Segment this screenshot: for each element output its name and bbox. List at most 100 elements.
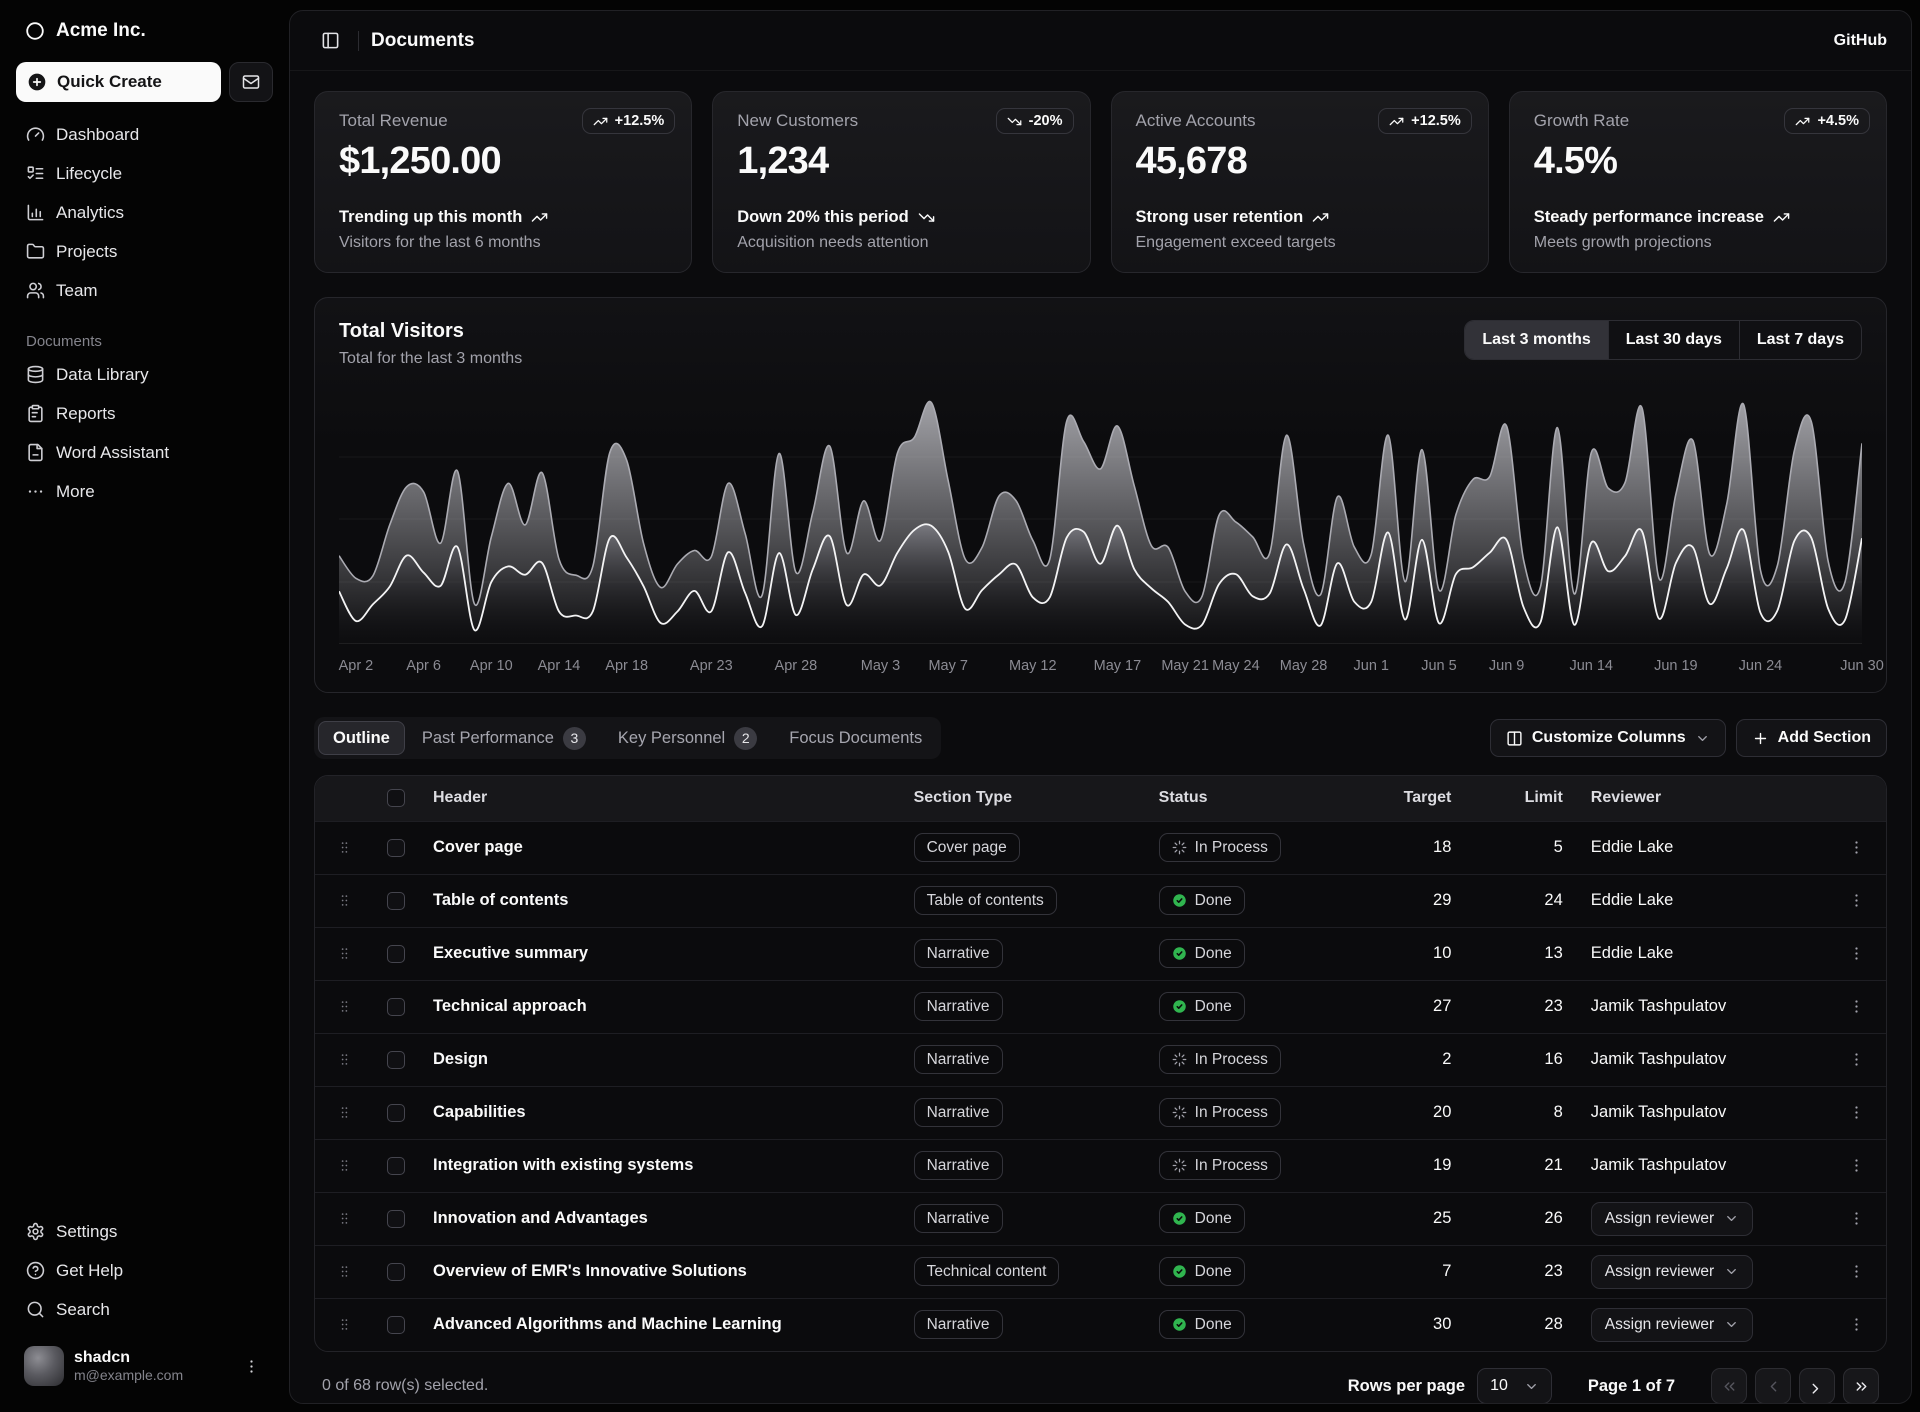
add-section-button[interactable]: Add Section <box>1736 719 1887 757</box>
inbox-button[interactable] <box>229 62 273 102</box>
row-header-text: Executive summary <box>433 944 588 962</box>
row-drag-handle[interactable] <box>329 1098 359 1128</box>
kebab-icon <box>1848 998 1865 1015</box>
checkbox-cell <box>373 1139 419 1192</box>
row-checkbox[interactable] <box>387 1157 405 1175</box>
search-icon <box>26 1300 45 1319</box>
row-checkbox[interactable] <box>387 998 405 1016</box>
org-switcher[interactable]: Acme Inc. <box>16 10 273 52</box>
row-checkbox[interactable] <box>387 839 405 857</box>
sidebar-item-lifecycle[interactable]: Lifecycle <box>16 155 273 192</box>
sidebar-item-analytics[interactable]: Analytics <box>16 194 273 231</box>
user-menu[interactable]: shadcn m@example.com <box>16 1338 273 1394</box>
user-menu-button[interactable] <box>237 1352 265 1380</box>
status-cell: In Process <box>1145 1139 1356 1192</box>
assign-reviewer-button[interactable]: Assign reviewer <box>1591 1308 1753 1342</box>
range-last-30-days[interactable]: Last 30 days <box>1608 321 1739 359</box>
sidebar-item-settings[interactable]: Settings <box>16 1213 273 1250</box>
row-actions-button[interactable] <box>1842 939 1872 969</box>
x-tick-label: Jun 19 <box>1654 658 1698 674</box>
sidebar-item-projects[interactable]: Projects <box>16 233 273 270</box>
kebab-icon <box>1848 892 1865 909</box>
drag-cell <box>315 1086 373 1139</box>
prev-page-button[interactable] <box>1755 1368 1791 1404</box>
sidebar-item-word-assistant[interactable]: Word Assistant <box>16 434 273 471</box>
rows-per-page-value: 10 <box>1490 1377 1508 1395</box>
row-checkbox[interactable] <box>387 1051 405 1069</box>
row-actions-button[interactable] <box>1842 1151 1872 1181</box>
status-cell: In Process <box>1145 821 1356 874</box>
next-page-button[interactable] <box>1799 1368 1835 1404</box>
tab-focus-documents[interactable]: Focus Documents <box>774 721 937 755</box>
status-text: Done <box>1195 945 1232 963</box>
rows-per-page-select[interactable]: 10 <box>1477 1368 1552 1404</box>
row-drag-handle[interactable] <box>329 939 359 969</box>
tab-key-personnel[interactable]: Key Personnel2 <box>603 721 772 755</box>
stat-card-footnote: Steady performance increase <box>1534 208 1862 227</box>
row-drag-handle[interactable] <box>329 886 359 916</box>
row-actions-button[interactable] <box>1842 1204 1872 1234</box>
page-title: Documents <box>371 30 474 52</box>
row-actions-button[interactable] <box>1842 833 1872 863</box>
assign-reviewer-button[interactable]: Assign reviewer <box>1591 1255 1753 1289</box>
row-actions-button[interactable] <box>1842 1098 1872 1128</box>
footer-right: Rows per page 10 Page 1 of 7 <box>1348 1368 1879 1404</box>
row-drag-handle[interactable] <box>329 1204 359 1234</box>
status-badge: Done <box>1159 939 1245 968</box>
range-last-7-days[interactable]: Last 7 days <box>1739 321 1861 359</box>
stat-card-value: $1,250.00 <box>339 140 667 183</box>
row-actions-button[interactable] <box>1842 1257 1872 1287</box>
row-checkbox[interactable] <box>387 1210 405 1228</box>
row-actions-button[interactable] <box>1842 992 1872 1022</box>
row-checkbox[interactable] <box>387 892 405 910</box>
range-last-3-months[interactable]: Last 3 months <box>1465 321 1607 359</box>
row-checkbox[interactable] <box>387 1263 405 1281</box>
row-checkbox[interactable] <box>387 1316 405 1334</box>
quick-create-button[interactable]: Quick Create <box>16 62 221 102</box>
sidebar-item-data-library[interactable]: Data Library <box>16 356 273 393</box>
last-page-button[interactable] <box>1843 1368 1879 1404</box>
trend-badge-value: +12.5% <box>1411 113 1461 129</box>
row-checkbox[interactable] <box>387 1104 405 1122</box>
status-badge: Done <box>1159 1310 1245 1339</box>
tab-outline[interactable]: Outline <box>318 721 405 755</box>
sidebar-item-search[interactable]: Search <box>16 1291 273 1328</box>
first-page-button[interactable] <box>1711 1368 1747 1404</box>
row-checkbox[interactable] <box>387 945 405 963</box>
row-actions-button[interactable] <box>1842 1045 1872 1075</box>
sidebar-toggle-button[interactable] <box>314 25 346 57</box>
row-drag-handle[interactable] <box>329 992 359 1022</box>
row-drag-handle[interactable] <box>329 1257 359 1287</box>
tab-past-performance[interactable]: Past Performance3 <box>407 721 601 755</box>
trend-badge: +12.5% <box>1378 108 1472 134</box>
select-all-checkbox[interactable] <box>387 789 405 807</box>
chart-icon <box>26 203 45 222</box>
customize-columns-button[interactable]: Customize Columns <box>1490 719 1726 757</box>
row-header-text: Technical approach <box>433 997 587 1015</box>
sidebar-item-reports[interactable]: Reports <box>16 395 273 432</box>
row-drag-handle[interactable] <box>329 833 359 863</box>
status-text: Done <box>1195 1263 1232 1281</box>
trend-down-icon <box>1007 114 1022 129</box>
row-actions-button[interactable] <box>1842 1310 1872 1340</box>
row-drag-handle[interactable] <box>329 1045 359 1075</box>
user-name: shadcn <box>74 1350 183 1366</box>
assign-reviewer-button[interactable]: Assign reviewer <box>1591 1202 1753 1236</box>
section-type-cell: Narrative <box>900 980 1145 1033</box>
sidebar-item-more[interactable]: More <box>16 473 273 510</box>
sidebar-item-dashboard[interactable]: Dashboard <box>16 116 273 153</box>
header-cell: Innovation and Advantages <box>419 1192 900 1245</box>
limit-cell: 8 <box>1465 1086 1576 1139</box>
github-link[interactable]: GitHub <box>1834 32 1887 49</box>
chevrons-right-icon <box>1853 1378 1870 1395</box>
row-drag-handle[interactable] <box>329 1151 359 1181</box>
tab-count-badge: 3 <box>563 727 586 750</box>
row-drag-handle[interactable] <box>329 1310 359 1340</box>
stat-card-value: 4.5% <box>1534 140 1862 183</box>
range-toggle-group: Last 3 monthsLast 30 daysLast 7 days <box>1464 320 1862 360</box>
row-actions-button[interactable] <box>1842 886 1872 916</box>
sidebar-item-team[interactable]: Team <box>16 272 273 309</box>
sidebar-item-get-help[interactable]: Get Help <box>16 1252 273 1289</box>
header-cell: Technical approach <box>419 980 900 1033</box>
sidebar-item-label: Projects <box>56 242 117 262</box>
